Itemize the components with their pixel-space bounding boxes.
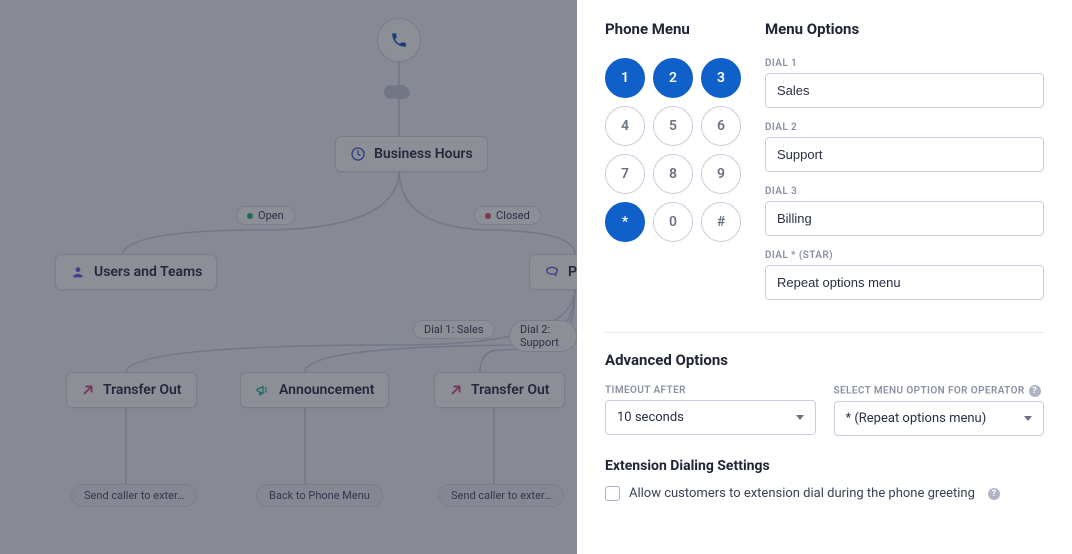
badge-dial2: Dial 2: Support: [509, 320, 577, 352]
dial-key-hash[interactable]: #: [701, 202, 741, 242]
menu-options-title: Menu Options: [765, 20, 1044, 38]
node-announcement[interactable]: Announcement: [240, 372, 389, 408]
node-label: Announcement: [279, 382, 374, 398]
dial-key-6[interactable]: 6: [701, 106, 741, 146]
pill-send-right: Send caller to exter…: [438, 484, 564, 507]
operator-value: * (Repeat options menu): [846, 411, 987, 426]
extension-dialing-title: Extension Dialing Settings: [605, 458, 1044, 474]
dial-label-0: DIAL 1: [765, 58, 1044, 69]
timeout-label: TIMEOUT AFTER: [605, 385, 816, 396]
phone-icon: [390, 31, 408, 49]
phone-menu-icon: [544, 264, 560, 280]
dial-label-1: DIAL 2: [765, 122, 1044, 133]
dial-key-0[interactable]: 0: [653, 202, 693, 242]
help-icon[interactable]: ?: [988, 488, 1000, 500]
dial-input-3[interactable]: [765, 265, 1044, 300]
pill-send-left: Send caller to exter…: [71, 484, 197, 507]
help-icon[interactable]: ?: [1029, 385, 1041, 397]
megaphone-icon: [255, 382, 271, 398]
users-icon: [70, 264, 86, 280]
clock-icon: [350, 146, 366, 162]
node-users-teams[interactable]: Users and Teams: [55, 254, 217, 290]
node-business-hours[interactable]: Business Hours: [335, 136, 488, 172]
dial-key-4[interactable]: 4: [605, 106, 645, 146]
timeout-select[interactable]: 10 seconds: [605, 400, 816, 435]
node-label: Users and Teams: [94, 264, 202, 280]
dial-key-3[interactable]: 3: [701, 58, 741, 98]
operator-select[interactable]: * (Repeat options menu): [834, 401, 1045, 436]
node-label: Business Hours: [374, 146, 473, 162]
node-transfer-out-right[interactable]: Transfer Out: [434, 372, 565, 408]
node-label: Transfer Out: [103, 382, 182, 398]
node-phone-entry[interactable]: [377, 18, 421, 62]
dial-key-1[interactable]: 1: [605, 58, 645, 98]
node-transfer-out-left[interactable]: Transfer Out: [66, 372, 197, 408]
dial-key-7[interactable]: 7: [605, 154, 645, 194]
badge-open: Open: [236, 206, 295, 225]
pill-back: Back to Phone Menu: [256, 484, 383, 507]
dial-key-star[interactable]: *: [605, 202, 645, 242]
divider: [605, 332, 1044, 333]
badge-dial1: Dial 1: Sales: [413, 320, 495, 339]
chevron-down-icon: [1024, 416, 1032, 421]
extension-dial-checkbox[interactable]: [605, 486, 620, 501]
node-phone-menu[interactable]: P: [529, 254, 577, 290]
arrow-up-right-icon: [81, 383, 95, 397]
chevron-down-icon: [796, 415, 804, 420]
arrow-up-right-icon: [449, 383, 463, 397]
flow-canvas[interactable]: Business Hours Open Closed Users and Tea…: [0, 0, 577, 554]
dialpad: 123 456 789 *0#: [605, 58, 741, 242]
node-label: P: [568, 264, 577, 280]
dial-input-1[interactable]: [765, 137, 1044, 172]
node-label: Transfer Out: [471, 382, 550, 398]
timeout-value: 10 seconds: [617, 410, 684, 425]
dial-input-2[interactable]: [765, 201, 1044, 236]
badge-closed: Closed: [474, 206, 541, 225]
dial-key-9[interactable]: 9: [701, 154, 741, 194]
dial-input-0[interactable]: [765, 73, 1044, 108]
phone-menu-title: Phone Menu: [605, 20, 741, 38]
cloud-icon: [390, 85, 410, 99]
advanced-options-title: Advanced Options: [605, 351, 1044, 369]
operator-label: SELECT MENU OPTION FOR OPERATOR?: [834, 385, 1045, 397]
dial-key-5[interactable]: 5: [653, 106, 693, 146]
settings-panel: Phone Menu 123 456 789 *0# Menu Options DIA…: [577, 0, 1072, 554]
dial-label-3: DIAL * (STAR): [765, 250, 1044, 261]
extension-dial-label: Allow customers to extension dial during…: [629, 486, 975, 501]
dial-key-2[interactable]: 2: [653, 58, 693, 98]
dial-key-8[interactable]: 8: [653, 154, 693, 194]
dial-label-2: DIAL 3: [765, 186, 1044, 197]
